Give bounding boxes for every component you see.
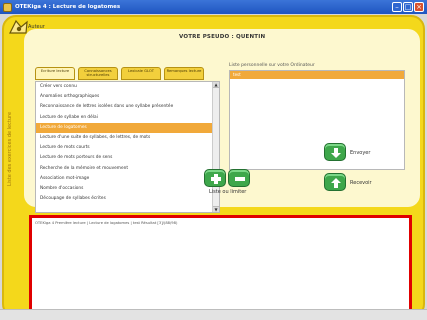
list-item[interactable]: Nombre d'occasions [36,184,219,194]
main-frame: Auteur VOTRE PSEUDO : QUENTIN Liste des … [2,15,425,320]
scroll-down-icon[interactable]: ▼ [213,206,219,212]
tab-connaissances[interactable]: Connaissances structurelles [78,67,118,80]
list-item[interactable]: Association mot-image [36,174,219,184]
tab-ecriture-lecture[interactable]: Ecriture lecture [35,67,75,80]
user-pseudo: VOTRE PSEUDO : QUENTIN [179,34,266,40]
category-tabs: Ecriture lecture Connaissances structure… [35,67,204,80]
minimize-button[interactable]: – [392,2,402,12]
saved-list-label: Liste personnelle sur votre Ordinateur [229,63,315,68]
list-item[interactable]: Lecture de mots porteurs de sens [36,153,219,163]
status-strip [0,309,427,320]
list-item[interactable]: Anomalies orthographiques [36,92,219,102]
list-item[interactable]: Lecture d'une suite de syllabes, de lett… [36,133,219,143]
list-item[interactable]: Reconnaissance de lettres isolées dans u… [36,102,219,112]
receive-label: Recevoir [350,180,372,186]
maximize-button[interactable]: □ [403,2,413,12]
sidebar-vertical-label: Liste des exercices de lecture [7,111,13,187]
window-title: OTEKiga 4 : Lecture de logatomes [15,4,121,10]
saved-list-item[interactable]: test [230,71,404,79]
scroll-up-icon[interactable]: ▲ [213,82,219,88]
tab-lexicale[interactable]: Lexicale GLOT [121,67,161,80]
exercise-list: Créer vers connu Anomalies orthographiqu… [35,81,220,213]
receive-button[interactable] [324,173,346,191]
app-window: OTEKiga 4 : Lecture de logatomes – □ × A… [0,0,427,320]
saved-list: test [229,70,405,170]
list-item[interactable]: Découpage de syllabes écrites [36,194,219,204]
arrow-up-icon [331,178,341,188]
title-bar: OTEKiga 4 : Lecture de logatomes – □ × [0,0,427,14]
result-line: OTEKiga 4 Première lecture | Lecture de … [35,221,178,225]
window-controls: – □ × [392,2,424,12]
send-button[interactable] [324,143,346,161]
send-label: Envoyer [350,150,371,156]
list-item[interactable]: Recherche de la mémoire et mouvement [36,164,219,174]
list-item[interactable]: Créer vers connu [36,82,219,92]
list-item[interactable]: Lecture de mots courts [36,143,219,153]
add-remove-label: Liste ou limiter [209,189,247,195]
close-button[interactable]: × [414,2,424,12]
list-item[interactable]: Lecture de syllabe en délai [36,113,219,123]
add-button[interactable] [204,169,226,187]
plus-icon [211,174,221,184]
app-icon [3,2,12,12]
tab-remarques[interactable]: Remarques lecture [164,67,204,80]
list-item-selected[interactable]: Lecture de logatomes [36,122,219,133]
arrow-down-icon [331,148,341,158]
minus-icon [235,177,245,181]
remove-button[interactable] [228,169,250,187]
result-area[interactable]: OTEKiga 4 Première lecture | Lecture de … [29,215,412,320]
